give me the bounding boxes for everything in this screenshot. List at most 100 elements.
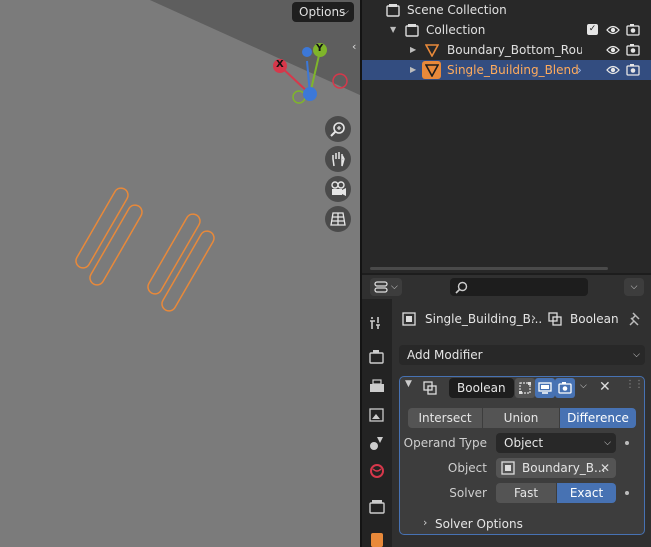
subpanel-expand-arrow-icon[interactable]: ›	[423, 516, 427, 529]
scene-properties-icon[interactable]	[369, 435, 385, 451]
ortho-toggle-button[interactable]	[325, 206, 351, 232]
pan-button[interactable]	[325, 146, 351, 172]
render-camera-icon[interactable]	[626, 23, 640, 36]
world-properties-icon[interactable]	[369, 463, 385, 479]
exclude-checkbox[interactable]: ✓	[587, 24, 598, 35]
operand-type-label: Operand Type	[403, 436, 487, 450]
outliner-row-single-building[interactable]: ▶ Single_Building_Blend ›	[362, 60, 651, 80]
operation-difference-button[interactable]: Difference	[560, 408, 636, 428]
add-modifier-label: Add Modifier	[407, 348, 483, 362]
solver-options-subpanel[interactable]: Solver Options	[435, 517, 523, 531]
gizmo-y-label: Y	[316, 43, 324, 54]
editor-type-dropdown[interactable]: ⌵	[370, 278, 402, 296]
chevron-down-icon: ⌵	[604, 438, 611, 448]
edit-mode-icon	[519, 382, 531, 394]
object-properties-icon[interactable]	[371, 533, 383, 547]
render-toggle[interactable]	[555, 378, 575, 398]
properties-search-input[interactable]	[450, 278, 588, 296]
breadcrumb-separator-icon: ›	[531, 311, 537, 326]
options-button[interactable]: Options ⌵	[292, 2, 354, 22]
object-field[interactable]: Boundary_B... ✕	[496, 458, 616, 478]
object-icon	[402, 312, 416, 326]
remove-modifier-close-icon[interactable]: ✕	[599, 379, 611, 395]
outliner-row-scene-collection[interactable]: Scene Collection	[362, 0, 651, 20]
monitor-icon	[538, 382, 552, 394]
edit-mode-toggle[interactable]	[515, 378, 535, 398]
chevron-down-icon: ⌵	[342, 7, 349, 17]
grid-icon	[330, 212, 346, 226]
scene-collection-icon	[386, 4, 400, 17]
render-camera-icon[interactable]	[626, 63, 640, 76]
outliner-row-collection[interactable]: ▼ Collection ✓	[362, 20, 651, 40]
tool-settings-icon[interactable]	[369, 315, 385, 331]
properties-tab-bar	[362, 299, 392, 547]
render-camera-icon[interactable]	[626, 43, 640, 56]
eye-icon[interactable]	[606, 64, 620, 76]
object-icon	[501, 461, 515, 475]
collection-label: Collection	[426, 23, 486, 37]
modifier-icon	[548, 312, 562, 326]
ground-plane	[0, 0, 360, 547]
options-dropdown-icon[interactable]: ⌵	[624, 278, 644, 296]
boolean-modifier-panel	[399, 376, 645, 535]
outliner-scrollbar[interactable]	[370, 267, 608, 270]
expand-arrow-icon[interactable]: ▶	[410, 40, 416, 60]
add-modifier-dropdown[interactable]: Add Modifier ⌵	[399, 345, 645, 365]
object-label: Object	[447, 461, 487, 475]
modifier-wrench-icon: ›	[577, 63, 582, 77]
options-label: Options	[299, 5, 346, 19]
chevron-down-icon: ⌵	[633, 350, 640, 360]
hand-icon	[332, 152, 345, 167]
operation-intersect-button[interactable]: Intersect	[408, 408, 482, 428]
breadcrumb-modifier: Boolean	[570, 312, 619, 326]
outliner[interactable]: Scene Collection ▼ Collection ✓ ▶ Bounda…	[362, 0, 651, 273]
render-properties-icon[interactable]	[369, 349, 385, 365]
expand-arrow-icon[interactable]: ▼	[390, 20, 396, 40]
collection-icon	[405, 24, 419, 37]
properties-editor-icon	[374, 281, 388, 293]
zoom-icon	[330, 122, 345, 137]
mesh-object-icon	[425, 44, 439, 57]
modifier-menu-chevron-icon[interactable]: ⌵	[580, 381, 587, 391]
properties-header: ⌵ ⌵	[362, 275, 651, 299]
output-properties-icon[interactable]	[369, 379, 385, 395]
expand-arrow-icon[interactable]: ▶	[410, 60, 416, 80]
sidebar-toggle-icon[interactable]: ‹	[352, 40, 356, 53]
clear-field-close-icon[interactable]: ✕	[600, 458, 610, 478]
outliner-item-label: Single_Building_Blend	[447, 63, 579, 77]
gizmo-x-label: X	[276, 59, 284, 70]
mesh-object-icon	[425, 64, 439, 77]
keyframe-dot-icon[interactable]	[625, 491, 629, 495]
solver-exact-button[interactable]: Exact	[557, 483, 616, 503]
panel-collapse-arrow-icon[interactable]: ▼	[405, 379, 412, 389]
outliner-item-label: Boundary_Bottom_Round_0	[447, 43, 582, 57]
3d-viewport[interactable]: X Y Options ⌵ ‹	[0, 0, 360, 547]
drag-handle-icon[interactable]: ⋮⋮	[625, 379, 644, 390]
camera-icon	[331, 181, 346, 196]
viewport-canvas	[0, 0, 360, 547]
render-camera-icon	[558, 382, 572, 394]
collection-properties-icon[interactable]	[369, 499, 385, 515]
outliner-row-boundary[interactable]: ▶ Boundary_Bottom_Round_0	[362, 40, 651, 60]
object-value: Boundary_B...	[522, 461, 606, 475]
eye-icon[interactable]	[606, 24, 620, 36]
view-layer-properties-icon[interactable]	[369, 407, 385, 423]
operation-union-button[interactable]: Union	[483, 408, 559, 428]
pin-icon[interactable]	[627, 311, 643, 327]
scene-collection-label: Scene Collection	[407, 3, 507, 17]
boolean-modifier-icon	[423, 381, 437, 395]
eye-icon[interactable]	[606, 44, 620, 56]
viewport-display-toggle[interactable]	[535, 378, 555, 398]
keyframe-dot-icon[interactable]	[625, 441, 629, 445]
breadcrumb-object: Single_Building_B...	[425, 312, 543, 326]
operand-type-value: Object	[504, 436, 544, 450]
solver-label: Solver	[449, 486, 487, 500]
chevron-down-icon: ⌵	[391, 282, 398, 292]
search-icon	[455, 281, 468, 294]
modifier-name: Boolean	[457, 381, 506, 395]
zoom-button[interactable]	[325, 116, 351, 142]
camera-view-button[interactable]	[325, 176, 351, 202]
solver-fast-button[interactable]: Fast	[496, 483, 556, 503]
operand-type-dropdown[interactable]: Object ⌵	[496, 433, 616, 453]
modifier-name-input[interactable]: Boolean	[449, 378, 514, 398]
